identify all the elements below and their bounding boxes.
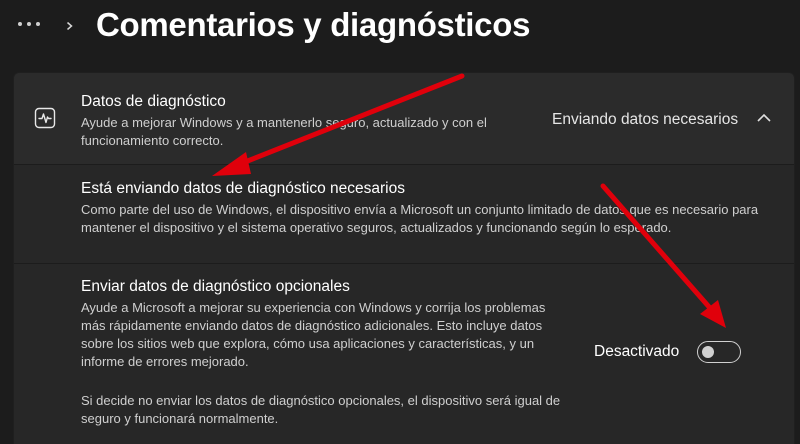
diagnostic-data-status: Enviando datos necesarios bbox=[552, 111, 739, 128]
required-data-section: Está enviando datos de diagnóstico neces… bbox=[14, 165, 794, 264]
diagnostic-data-description: Ayude a mejorar Windows y a mantenerlo s… bbox=[81, 115, 487, 148]
required-data-description: Como parte del uso de Windows, el dispos… bbox=[81, 202, 759, 235]
diagnostic-pulse-icon bbox=[34, 107, 56, 129]
required-data-title: Está enviando datos de diagnóstico neces… bbox=[81, 180, 405, 197]
diagnostic-settings-card: Datos de diagnóstico Ayude a mejorar Win… bbox=[13, 72, 795, 444]
diagnostic-data-title: Datos de diagnóstico bbox=[81, 93, 226, 110]
optional-data-description: Ayude a Microsoft a mejorar su experienc… bbox=[81, 300, 546, 369]
diagnostic-data-header[interactable]: Datos de diagnóstico Ayude a mejorar Win… bbox=[14, 73, 794, 165]
optional-data-toggle-label: Desactivado bbox=[594, 343, 680, 360]
optional-data-title: Enviar datos de diagnóstico opcionales bbox=[81, 278, 350, 295]
header: Comentarios y diagnósticos bbox=[0, 0, 800, 62]
optional-data-note: Si decide no enviar los datos de diagnós… bbox=[81, 393, 561, 426]
toggle-knob bbox=[702, 346, 714, 358]
page-title: Comentarios y diagnósticos bbox=[96, 6, 531, 43]
optional-data-section: Enviar datos de diagnóstico opcionales A… bbox=[14, 264, 794, 444]
optional-data-toggle[interactable] bbox=[697, 341, 741, 363]
chevron-right-icon bbox=[67, 22, 73, 30]
more-dots-icon[interactable] bbox=[18, 20, 44, 28]
chevron-up-icon[interactable] bbox=[756, 113, 772, 123]
